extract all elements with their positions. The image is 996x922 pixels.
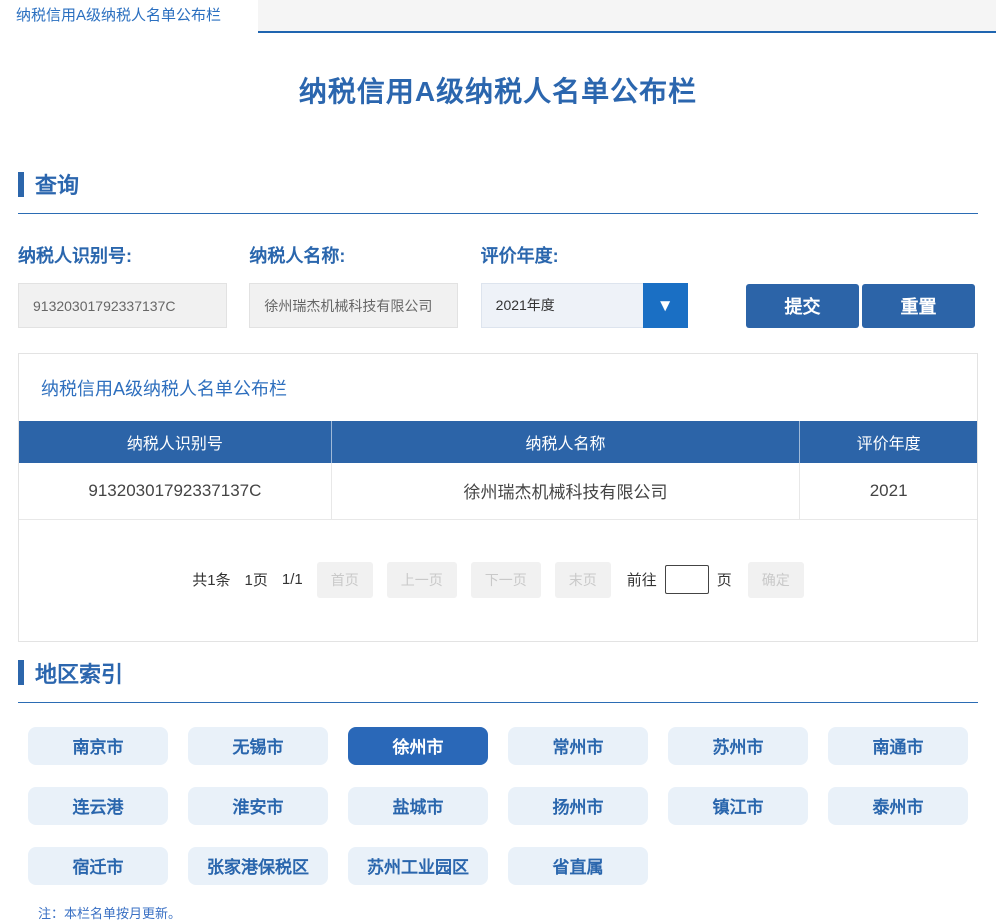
pagination-current: 1/1 — [282, 571, 303, 588]
region-button[interactable]: 常州市 — [508, 727, 648, 765]
confirm-page-button[interactable]: 确定 — [748, 562, 804, 598]
region-button[interactable]: 张家港保税区 — [188, 847, 328, 885]
submit-button[interactable]: 提交 — [746, 284, 859, 328]
region-button[interactable]: 南通市 — [828, 727, 968, 765]
region-section-divider — [18, 702, 978, 703]
column-header-taxpayer-id: 纳税人识别号 — [19, 421, 331, 463]
table-row: 91320301792337137C 徐州瑞杰机械科技有限公司 2021 — [19, 463, 977, 519]
query-section-title: 查询 — [35, 168, 79, 200]
last-page-button[interactable]: 末页 — [555, 562, 611, 598]
region-button[interactable]: 连云港 — [28, 787, 168, 825]
region-button[interactable]: 省直属 — [508, 847, 648, 885]
region-button[interactable]: 扬州市 — [508, 787, 648, 825]
pagination: 共1条 1页 1/1 首页 上一页 下一页 末页 前往 页 确定 — [19, 520, 977, 641]
page-title: 纳税信用A级纳税人名单公布栏 — [0, 70, 996, 110]
query-section-header: 查询 — [18, 168, 996, 200]
goto-page-suffix: 页 — [717, 569, 732, 590]
footer-note: 注：本栏名单按月更新。 — [38, 903, 996, 922]
cell-taxpayer-name: 徐州瑞杰机械科技有限公司 — [331, 463, 799, 519]
chevron-down-icon[interactable]: ▼ — [643, 283, 688, 328]
prev-page-button[interactable]: 上一页 — [387, 562, 457, 598]
region-section-header: 地区索引 — [18, 657, 996, 689]
query-form: 纳税人识别号: 纳税人名称: 评价年度: 2021年度 ▼ 提交 重置 — [18, 242, 978, 328]
region-button[interactable]: 徐州市 — [348, 727, 488, 765]
taxpayer-id-label: 纳税人识别号: — [18, 242, 249, 268]
pagination-page-count: 1页 — [245, 569, 268, 590]
reset-button[interactable]: 重置 — [862, 284, 975, 328]
evaluation-year-select[interactable]: 2021年度 ▼ — [481, 283, 688, 328]
results-panel-title: 纳税信用A级纳税人名单公布栏 — [19, 354, 977, 421]
column-header-evaluation-year: 评价年度 — [800, 421, 977, 463]
results-table: 纳税人识别号 纳税人名称 评价年度 91320301792337137C 徐州瑞… — [19, 421, 977, 520]
region-button[interactable]: 宿迁市 — [28, 847, 168, 885]
evaluation-year-field-group: 评价年度: 2021年度 ▼ — [481, 242, 712, 328]
goto-page-input[interactable] — [665, 565, 709, 594]
region-button[interactable]: 镇江市 — [668, 787, 808, 825]
tab-taxpayer-list[interactable]: 纳税信用A级纳税人名单公布栏 — [0, 0, 258, 33]
region-button[interactable]: 南京市 — [28, 727, 168, 765]
first-page-button[interactable]: 首页 — [317, 562, 373, 598]
region-section-title: 地区索引 — [35, 657, 123, 689]
cell-taxpayer-id: 91320301792337137C — [19, 463, 331, 519]
query-section-divider — [18, 213, 978, 214]
goto-page-label: 前往 — [627, 569, 657, 590]
evaluation-year-label: 评价年度: — [481, 242, 712, 268]
results-panel: 纳税信用A级纳税人名单公布栏 纳税人识别号 纳税人名称 评价年度 9132030… — [18, 353, 978, 642]
section-accent-bar — [18, 172, 24, 197]
taxpayer-name-label: 纳税人名称: — [249, 242, 480, 268]
region-button[interactable]: 苏州工业园区 — [348, 847, 488, 885]
tab-bar-filler — [258, 0, 996, 33]
taxpayer-id-field-group: 纳税人识别号: — [18, 242, 249, 328]
region-index-grid: 南京市 无锡市 徐州市 常州市 苏州市 南通市 连云港 淮安市 盐城市 扬州市 … — [28, 727, 988, 907]
region-button[interactable]: 苏州市 — [668, 727, 808, 765]
pagination-total: 共1条 — [192, 569, 230, 590]
top-tab-bar: 纳税信用A级纳税人名单公布栏 — [0, 0, 996, 33]
column-header-taxpayer-name: 纳税人名称 — [331, 421, 799, 463]
next-page-button[interactable]: 下一页 — [471, 562, 541, 598]
taxpayer-name-input[interactable] — [249, 283, 458, 328]
table-header-row: 纳税人识别号 纳税人名称 评价年度 — [19, 421, 977, 463]
section-accent-bar — [18, 660, 24, 685]
region-button[interactable]: 淮安市 — [188, 787, 328, 825]
evaluation-year-value: 2021年度 — [481, 283, 643, 328]
region-button[interactable]: 泰州市 — [828, 787, 968, 825]
region-button[interactable]: 盐城市 — [348, 787, 488, 825]
cell-evaluation-year: 2021 — [800, 463, 977, 519]
taxpayer-name-field-group: 纳税人名称: — [249, 242, 480, 328]
region-button[interactable]: 无锡市 — [188, 727, 328, 765]
taxpayer-id-input[interactable] — [18, 283, 227, 328]
form-buttons: 提交 重置 — [746, 284, 978, 328]
